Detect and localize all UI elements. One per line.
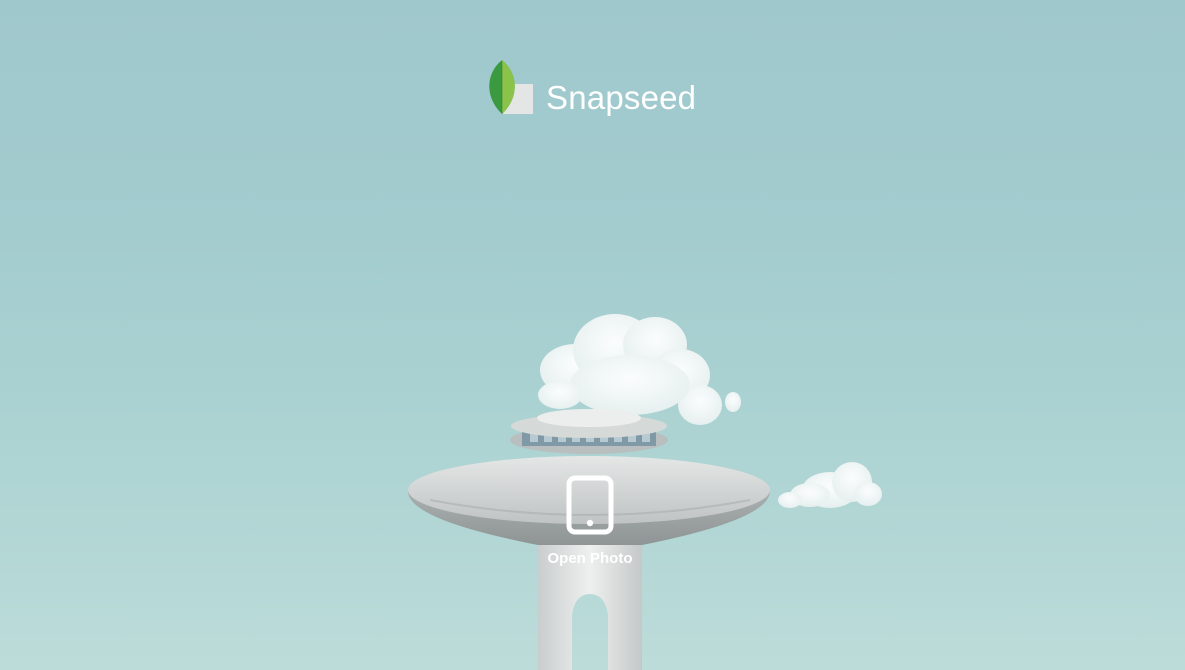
- tablet-icon: [566, 475, 614, 535]
- tower-observation-deck: [510, 409, 668, 454]
- app-logo: Snapseed: [485, 60, 715, 120]
- cloud-large: [538, 314, 741, 425]
- open-photo-button[interactable]: Open Photo: [530, 470, 650, 575]
- app-name: Snapseed: [546, 79, 697, 116]
- snapseed-leaf-icon: [489, 60, 533, 114]
- cloud-small: [778, 462, 882, 508]
- welcome-screen: Snapseed Open Photo: [0, 0, 1185, 670]
- open-photo-label: Open Photo: [547, 550, 633, 567]
